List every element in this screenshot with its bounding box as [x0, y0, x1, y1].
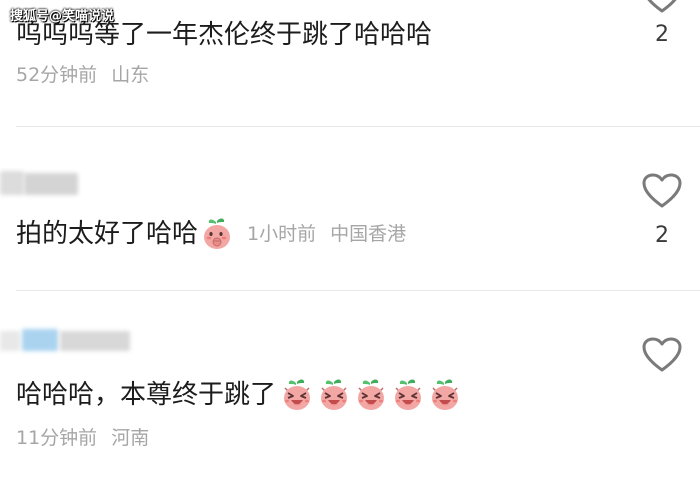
comment-time: 11分钟前 [16, 427, 98, 449]
comment-meta: 11分钟前 河南 [16, 423, 149, 450]
peach-thinking-emoji [204, 218, 231, 249]
username-blurred [0, 171, 80, 197]
comment-meta: 52分钟前 山东 [16, 60, 149, 87]
peach-laughing-emoji [321, 379, 348, 410]
peach-laughing-emoji [284, 379, 311, 410]
heart-outline-icon [642, 173, 682, 208]
comment-text-content: 哈哈哈，本尊终于跳了 [16, 380, 277, 410]
heart-outline-icon [642, 337, 682, 372]
like-count: 2 [655, 223, 669, 248]
comment-location: 河南 [111, 427, 150, 449]
username-blurred [0, 327, 140, 353]
like-button[interactable] [640, 337, 684, 373]
comment-location: 山东 [111, 64, 150, 86]
comment-text: 哈哈哈，本尊终于跳了 [16, 378, 465, 412]
watermark: 搜狐号@笑喵说说 [10, 9, 115, 24]
emoji-row [280, 378, 465, 412]
like-button[interactable]: 2 [640, 0, 684, 47]
heart-outline-icon [647, 0, 677, 13]
comment-meta: 1小时前 中国香港 [247, 217, 406, 251]
comment-item-2: 拍的太好了哈哈 1小时前 中国香港 2 [0, 127, 700, 290]
peach-laughing-emoji [358, 379, 385, 410]
comment-time: 1小时前 [247, 223, 317, 245]
peach-laughing-emoji [432, 379, 459, 410]
comment-text-content: 拍的太好了哈哈 [16, 219, 199, 249]
like-button[interactable]: 2 [640, 173, 684, 248]
like-count: 2 [655, 22, 669, 47]
comment-item-3: 哈哈哈，本尊终于跳了 11分钟前 河南 [0, 291, 700, 484]
comment-location: 中国香港 [330, 223, 407, 245]
peach-laughing-emoji [395, 379, 422, 410]
comment-text: 拍的太好了哈哈 1小时前 中国香港 [16, 217, 406, 251]
comment-time: 52分钟前 [16, 64, 98, 86]
